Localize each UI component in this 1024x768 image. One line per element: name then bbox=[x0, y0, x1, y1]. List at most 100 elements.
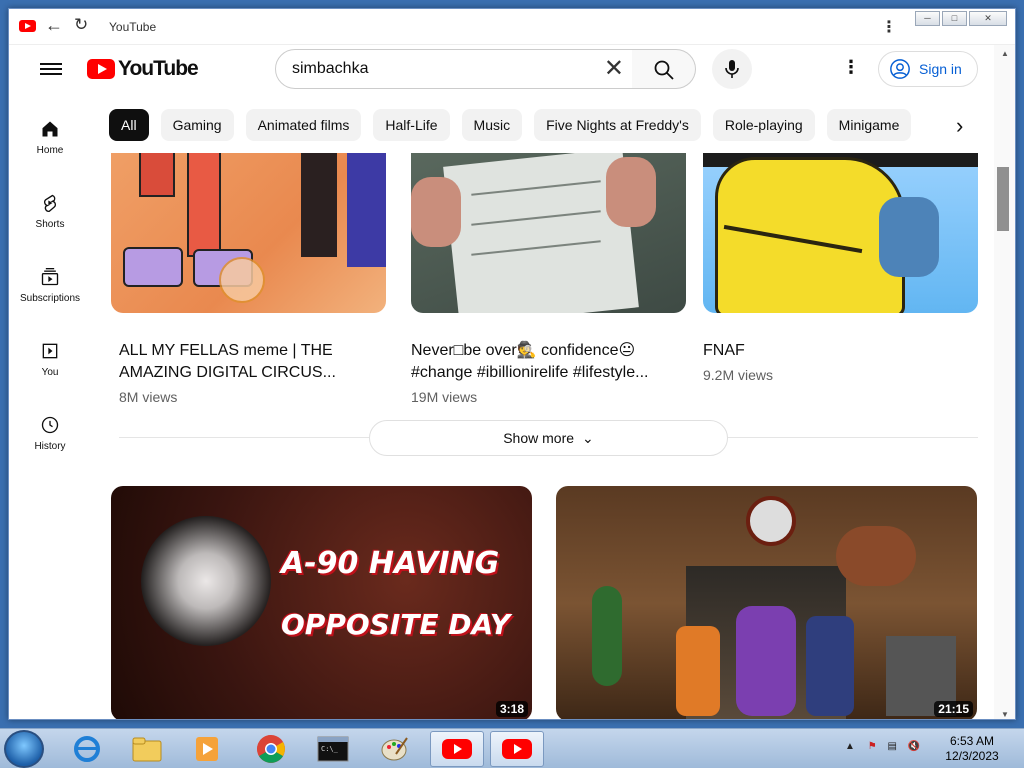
paint-icon[interactable] bbox=[368, 731, 422, 767]
browser-menu-icon[interactable]: ⋮ bbox=[881, 17, 897, 37]
youtube-taskbar-icon[interactable] bbox=[430, 731, 484, 767]
sidebar-item-label: Subscriptions bbox=[19, 293, 81, 304]
clock[interactable]: 6:53 AM 12/3/2023 bbox=[932, 734, 1012, 764]
youtube-logo-text: YouTube bbox=[118, 57, 199, 80]
divider bbox=[119, 437, 369, 438]
youtube-favicon-icon bbox=[19, 20, 36, 32]
network-icon[interactable]: ▤ bbox=[887, 741, 896, 752]
clock-time: 6:53 AM bbox=[949, 734, 995, 748]
voice-search-button[interactable] bbox=[712, 49, 752, 89]
chip-gaming[interactable]: Gaming bbox=[160, 109, 234, 141]
subscriptions-icon bbox=[41, 268, 59, 286]
short-views: 19M views bbox=[411, 389, 478, 405]
short-views: 9.2M views bbox=[703, 367, 774, 383]
you-icon bbox=[42, 343, 58, 359]
file-explorer-icon[interactable] bbox=[120, 731, 174, 767]
title-bar: ← ↻ YouTube ⋮ ─ □ ✕ bbox=[9, 9, 1015, 45]
scroll-down-arrow-icon[interactable]: ▼ bbox=[1001, 710, 1009, 719]
shorts-icon bbox=[44, 194, 56, 212]
sign-in-button[interactable]: Sign in bbox=[878, 51, 978, 87]
clear-search-icon[interactable]: ✕ bbox=[604, 57, 624, 81]
back-arrow-icon[interactable]: ← bbox=[45, 15, 65, 35]
tray-expand-icon[interactable]: ▲ bbox=[845, 741, 855, 752]
chip-animated-films[interactable]: Animated films bbox=[245, 109, 362, 141]
scrollbar-thumb[interactable] bbox=[997, 167, 1009, 231]
short-thumbnail[interactable] bbox=[111, 153, 386, 313]
search-icon bbox=[654, 60, 674, 80]
sidebar: Home Shorts Subscriptions You History bbox=[9, 101, 91, 719]
command-prompt-icon[interactable]: C:\_ bbox=[306, 731, 360, 767]
browser-window: ← ↻ YouTube ⋮ ─ □ ✕ YouTube ✕ bbox=[8, 8, 1016, 720]
divider bbox=[728, 437, 978, 438]
sidebar-item-subscriptions[interactable]: Subscriptions bbox=[9, 249, 91, 323]
svg-text:C:\_: C:\_ bbox=[321, 745, 339, 753]
short-title[interactable]: FNAF bbox=[703, 340, 963, 362]
youtube-taskbar-icon[interactable] bbox=[490, 731, 544, 767]
start-button[interactable] bbox=[4, 730, 44, 768]
video-duration: 3:18 bbox=[495, 701, 528, 717]
video-duration: 21:15 bbox=[934, 701, 973, 717]
filter-chips-bar: All Gaming Animated films Half-Life Musi… bbox=[109, 109, 979, 141]
show-more-button[interactable]: Show more ⌄ bbox=[369, 420, 728, 456]
media-player-icon[interactable] bbox=[180, 731, 234, 767]
short-title[interactable]: Never□be over🕵 confidence😐 #change #ibil… bbox=[411, 340, 671, 384]
reload-icon[interactable]: ↻ bbox=[74, 15, 94, 35]
sidebar-item-history[interactable]: History bbox=[9, 397, 91, 471]
sign-in-label: Sign in bbox=[919, 61, 962, 77]
home-icon bbox=[42, 121, 58, 137]
vertical-scrollbar[interactable]: ▲ ▼ bbox=[994, 45, 1015, 719]
video-thumbnail[interactable]: A-90 HAVING OPPOSITE DAY 3:18 bbox=[111, 486, 532, 719]
sidebar-item-label: Home bbox=[36, 145, 64, 156]
short-title[interactable]: ALL MY FELLAS meme | THE AMAZING DIGITAL… bbox=[119, 340, 379, 384]
search-button[interactable] bbox=[632, 49, 696, 89]
short-title-line: ALL MY FELLAS meme | THE bbox=[119, 342, 333, 359]
video-thumbnail[interactable]: 21:15 bbox=[556, 486, 977, 719]
chip-minigame[interactable]: Minigame bbox=[826, 109, 912, 141]
sidebar-item-you[interactable]: You bbox=[9, 323, 91, 397]
maximize-button[interactable]: □ bbox=[942, 11, 967, 26]
short-title-line: #change #ibillionirelife #lifestyle... bbox=[411, 364, 649, 381]
search-input[interactable] bbox=[292, 60, 582, 78]
short-title-line: Never□be over🕵 confidence😐 bbox=[411, 342, 636, 359]
chevron-right-icon[interactable]: › bbox=[956, 113, 963, 139]
action-center-icon[interactable]: ⚑ bbox=[868, 741, 877, 752]
chip-five-nights-at-freddys[interactable]: Five Nights at Freddy's bbox=[534, 109, 701, 141]
short-thumbnail[interactable] bbox=[411, 153, 686, 313]
taskbar: C:\_ ▲ ⚑ ▤ 🔇 6:53 AM 12/3/2023 bbox=[0, 728, 1024, 768]
account-icon bbox=[890, 59, 910, 79]
search-field[interactable]: ✕ bbox=[275, 49, 633, 89]
sidebar-item-shorts[interactable]: Shorts bbox=[9, 175, 91, 249]
settings-menu-icon[interactable]: ⋮ bbox=[842, 57, 860, 78]
sidebar-item-label: History bbox=[34, 441, 66, 452]
youtube-logo[interactable]: YouTube bbox=[87, 57, 199, 81]
scroll-up-arrow-icon[interactable]: ▲ bbox=[1001, 49, 1009, 58]
sidebar-item-home[interactable]: Home bbox=[9, 101, 91, 175]
menu-icon[interactable] bbox=[40, 60, 62, 78]
sidebar-item-label: You bbox=[41, 367, 59, 378]
clock-date: 12/3/2023 bbox=[945, 749, 999, 763]
internet-explorer-icon[interactable] bbox=[60, 731, 114, 767]
close-button[interactable]: ✕ bbox=[969, 11, 1007, 26]
youtube-header: YouTube ✕ ⋮ Sign in bbox=[9, 45, 994, 101]
short-thumbnail[interactable] bbox=[703, 153, 978, 313]
chip-music[interactable]: Music bbox=[461, 109, 523, 141]
chrome-icon[interactable] bbox=[244, 731, 298, 767]
sidebar-item-label: Shorts bbox=[35, 219, 65, 230]
system-tray: ▲ ⚑ ▤ 🔇 bbox=[845, 741, 920, 752]
chip-half-life[interactable]: Half-Life bbox=[373, 109, 450, 141]
history-icon bbox=[41, 416, 59, 434]
microphone-icon bbox=[725, 60, 739, 78]
chip-role-playing[interactable]: Role-playing bbox=[712, 109, 815, 141]
thumbnail-text: A-90 HAVING bbox=[281, 546, 500, 581]
window-title: YouTube bbox=[109, 20, 157, 34]
thumbnail-text: OPPOSITE DAY bbox=[281, 608, 511, 641]
short-title-line: AMAZING DIGITAL CIRCUS... bbox=[119, 364, 336, 381]
chevron-down-icon: ⌄ bbox=[582, 429, 594, 446]
youtube-logo-icon bbox=[87, 59, 115, 79]
short-views: 8M views bbox=[119, 389, 178, 405]
chip-all[interactable]: All bbox=[109, 109, 149, 141]
results-content: ALL MY FELLAS meme | THE AMAZING DIGITAL… bbox=[91, 153, 994, 719]
minimize-button[interactable]: ─ bbox=[915, 11, 940, 26]
volume-muted-icon[interactable]: 🔇 bbox=[908, 741, 920, 752]
show-more-label: Show more bbox=[503, 430, 575, 446]
